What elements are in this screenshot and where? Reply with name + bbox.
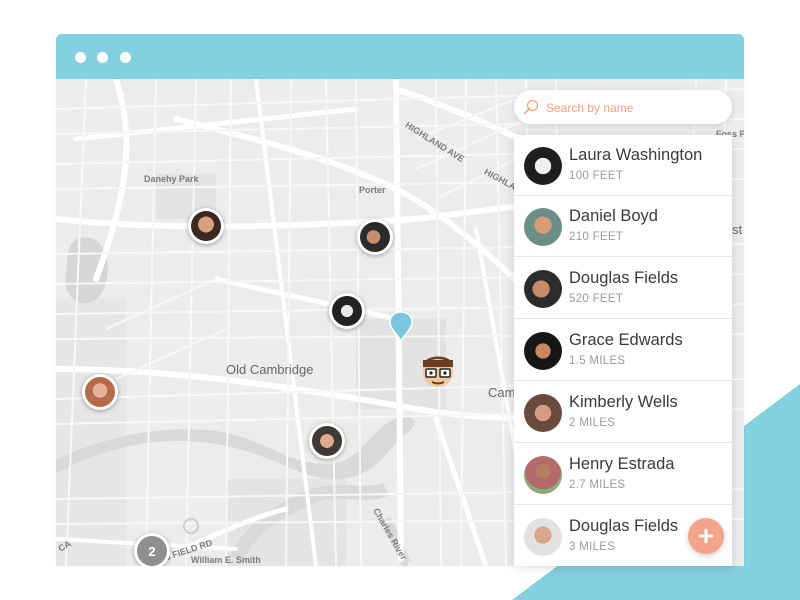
person-name: Daniel Boyd xyxy=(569,207,658,225)
avatar xyxy=(360,222,390,252)
person-name: Laura Washington xyxy=(569,146,703,164)
list-item[interactable]: Henry Estrada 2.7 MILES xyxy=(514,444,732,505)
place-label-fragment: st xyxy=(732,222,743,237)
person-distance: 2 MILES xyxy=(569,417,616,429)
person-distance: 1.5 MILES xyxy=(569,355,626,367)
avatar xyxy=(524,456,562,494)
person-distance: 210 FEET xyxy=(569,231,624,243)
cluster-marker[interactable]: 2 xyxy=(134,533,170,566)
person-name: Douglas Fields xyxy=(569,269,679,287)
person-distance: 520 FEET xyxy=(569,293,624,305)
avatar xyxy=(524,518,562,556)
avatar xyxy=(524,394,562,432)
window-control-dot[interactable] xyxy=(120,52,131,63)
search-input[interactable] xyxy=(544,98,728,118)
person-name: Kimberly Wells xyxy=(569,393,678,411)
avatar xyxy=(191,211,221,241)
avatar xyxy=(524,270,562,308)
avatar xyxy=(312,426,342,456)
list-item[interactable]: Daniel Boyd 210 FEET xyxy=(514,196,732,257)
title-bar xyxy=(56,34,744,79)
cartoon-avatar-marker[interactable] xyxy=(419,352,457,390)
user-map-marker[interactable] xyxy=(188,208,224,244)
list-item[interactable]: Grace Edwards 1.5 MILES xyxy=(514,320,732,381)
search-icon xyxy=(523,99,539,115)
avatar xyxy=(85,377,115,407)
place-label-porter: Porter xyxy=(359,185,386,195)
avatar xyxy=(524,208,562,246)
window-control-dot[interactable] xyxy=(75,52,86,63)
person-name: Henry Estrada xyxy=(569,455,675,473)
avatar xyxy=(332,296,362,326)
user-map-marker[interactable] xyxy=(82,374,118,410)
user-map-marker[interactable] xyxy=(357,219,393,255)
plus-icon xyxy=(699,529,713,543)
person-distance: 100 FEET xyxy=(569,170,624,182)
list-item[interactable]: Laura Washington 100 FEET xyxy=(514,135,732,196)
avatar xyxy=(524,147,562,185)
list-item[interactable]: Douglas Fields 520 FEET xyxy=(514,258,732,319)
user-map-marker[interactable] xyxy=(309,423,345,459)
search-bar[interactable] xyxy=(514,90,732,124)
list-item[interactable]: Kimberly Wells 2 MILES xyxy=(514,382,732,443)
people-list-panel: Laura Washington 100 FEET Daniel Boyd 21… xyxy=(514,135,732,566)
place-label-old-cambridge: Old Cambridge xyxy=(226,362,314,377)
add-button[interactable] xyxy=(688,518,724,554)
place-label-cambridge: Cam xyxy=(488,385,516,400)
person-distance: 2.7 MILES xyxy=(569,479,626,491)
user-map-marker[interactable] xyxy=(329,293,365,329)
person-name: Douglas Fields xyxy=(569,517,679,535)
person-name: Grace Edwards xyxy=(569,331,683,349)
avatar xyxy=(524,332,562,370)
person-distance: 3 MILES xyxy=(569,541,616,553)
place-label-danehy-park: Danehy Park xyxy=(144,174,199,184)
street-label: William E. Smith xyxy=(191,555,261,565)
window-control-dot[interactable] xyxy=(97,52,108,63)
